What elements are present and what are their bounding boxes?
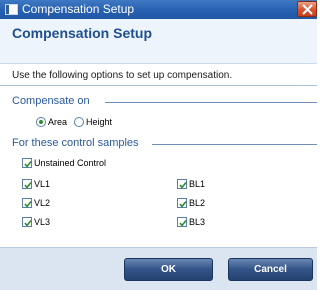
checkbox-bl1[interactable]: BL1 <box>177 179 205 189</box>
checkbox-vl2[interactable]: VL2 <box>22 198 50 208</box>
window-title: Compensation Setup <box>22 2 135 16</box>
control-samples-label: For these control samples <box>12 137 139 149</box>
check-icon[interactable] <box>22 217 32 227</box>
checkbox-vl3[interactable]: VL3 <box>22 217 50 227</box>
radio-area[interactable]: Area <box>36 117 67 127</box>
radio-empty-icon[interactable] <box>74 117 84 127</box>
window-icon <box>5 4 18 15</box>
check-icon[interactable] <box>177 179 187 189</box>
close-button[interactable] <box>297 1 317 17</box>
check-icon[interactable] <box>22 179 32 189</box>
page-title: Compensation Setup <box>12 25 153 41</box>
check-icon[interactable] <box>177 198 187 208</box>
checkbox-vl1[interactable]: VL1 <box>22 179 50 189</box>
ok-button[interactable]: OK <box>124 258 213 281</box>
checkbox-label: VL3 <box>34 217 51 227</box>
section-divider <box>105 102 317 103</box>
description-text: Use the following options to set up comp… <box>12 70 233 81</box>
checkbox-label: VL1 <box>34 179 51 189</box>
radio-height[interactable]: Height <box>74 117 112 127</box>
checkbox-label: BL2 <box>189 198 206 208</box>
close-icon <box>302 4 313 15</box>
radio-height-label: Height <box>86 117 113 127</box>
checkbox-label: Unstained Control <box>34 158 107 168</box>
check-icon[interactable] <box>22 198 32 208</box>
checkbox-bl3[interactable]: BL3 <box>177 217 205 227</box>
cancel-button[interactable]: Cancel <box>228 258 313 281</box>
compensate-on-label: Compensate on <box>12 95 90 107</box>
radio-area-label: Area <box>48 117 68 127</box>
compensation-setup-dialog: Compensation Setup Compensation Setup Us… <box>0 0 317 290</box>
divider <box>0 85 317 86</box>
checkbox-bl2[interactable]: BL2 <box>177 198 205 208</box>
radio-dot-icon[interactable] <box>36 117 46 127</box>
section-divider <box>152 144 317 145</box>
checkbox-label: BL3 <box>189 217 206 227</box>
checkbox-label: VL2 <box>34 198 51 208</box>
check-icon[interactable] <box>22 158 32 168</box>
checkbox-unstained-control[interactable]: Unstained Control <box>22 158 106 168</box>
check-icon[interactable] <box>177 217 187 227</box>
checkbox-label: BL1 <box>189 179 206 189</box>
title-bar[interactable]: Compensation Setup <box>0 0 317 20</box>
